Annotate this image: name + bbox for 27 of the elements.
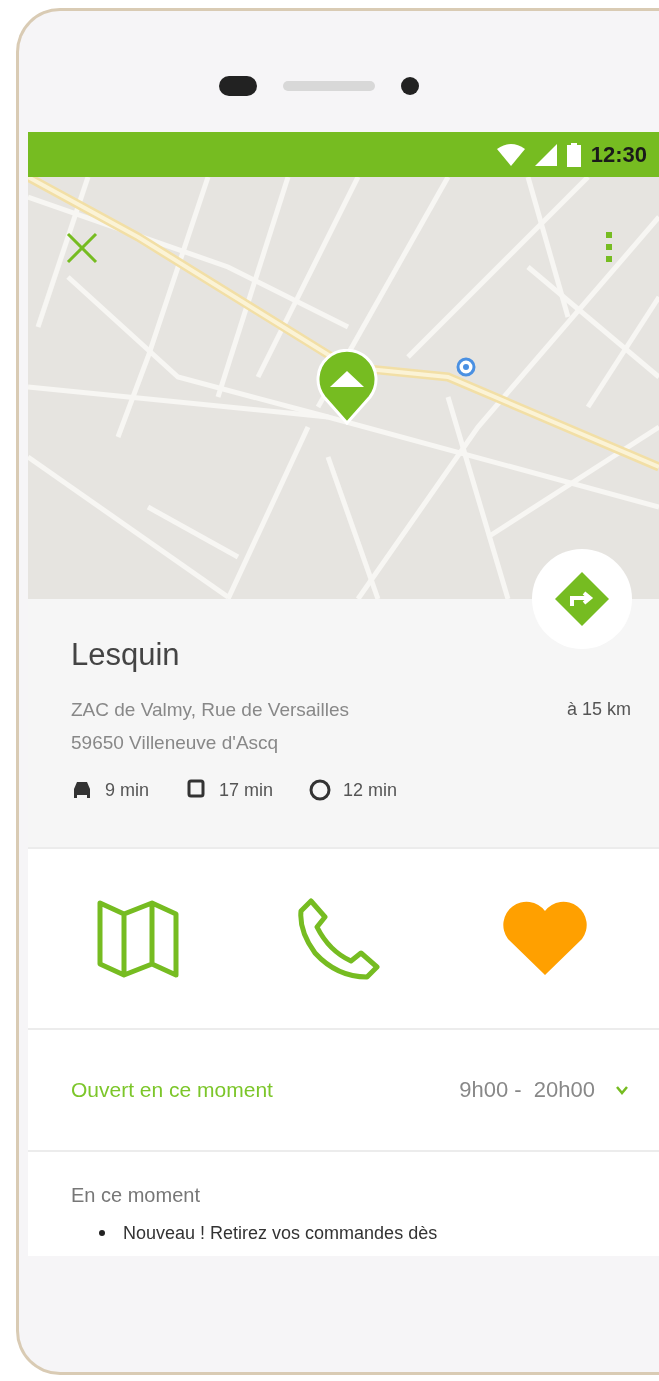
front-sensor-icon xyxy=(219,75,257,96)
phone-call-button[interactable] xyxy=(297,896,382,981)
car-icon xyxy=(71,779,93,801)
bullet-icon xyxy=(99,1230,105,1236)
more-icon[interactable] xyxy=(606,232,612,262)
section-title: En ce moment xyxy=(71,1184,201,1207)
travel-duration: 9 min xyxy=(105,779,149,801)
location-marker-icon xyxy=(456,357,476,377)
close-icon[interactable] xyxy=(66,232,98,264)
map-pin-icon[interactable] xyxy=(316,349,378,425)
speaker-grille-icon xyxy=(283,80,375,91)
news-item: Nouveau ! Retirez vos commandes dès xyxy=(123,1222,438,1245)
travel-duration: 17 min xyxy=(219,779,274,801)
camera-icon xyxy=(401,76,419,95)
chevron-icon[interactable] xyxy=(615,1085,629,1095)
place-name: Lesquin xyxy=(71,637,181,673)
address-line: ZAC de Valmy, Rue de Versailles xyxy=(71,698,350,722)
signal-icon xyxy=(534,143,557,166)
battery-icon xyxy=(566,142,581,167)
clock-time: 12:30 xyxy=(590,141,647,168)
opening-status: Ouvert en ce moment xyxy=(71,1078,274,1102)
opening-hours: 9h00 - 20h00 xyxy=(459,1077,595,1103)
travel-duration: 12 min xyxy=(343,779,398,801)
distance-text: à 15 km xyxy=(566,698,631,721)
address-line: 59650 Villeneuve d'Ascq xyxy=(71,731,280,755)
wifi-icon xyxy=(496,143,525,166)
directions-icon xyxy=(555,572,609,626)
